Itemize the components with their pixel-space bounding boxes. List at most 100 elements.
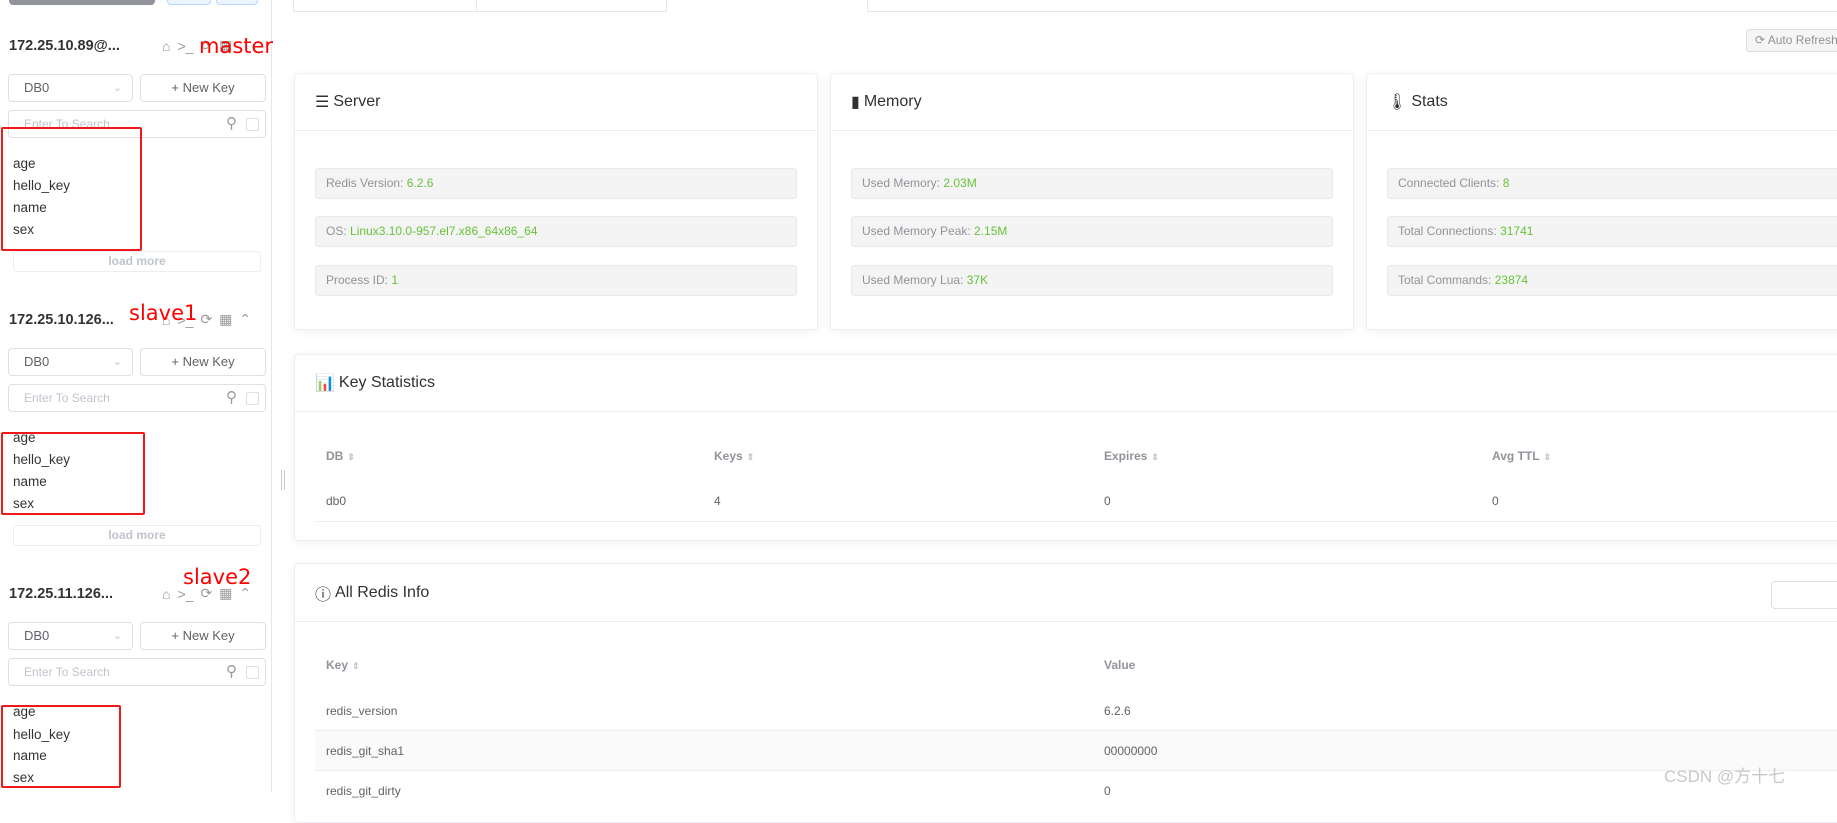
key-item[interactable]: age [13,156,36,171]
row-divider [315,770,1837,771]
checkbox[interactable] [246,666,259,679]
top-small-button[interactable] [167,0,211,5]
row-divider [315,521,1837,522]
annotation-label: master [199,34,274,58]
home-icon[interactable]: ⌂ [162,586,170,602]
home-icon[interactable]: ⌂ [162,38,170,54]
db-select[interactable]: DB0 ⌄ [8,348,133,376]
column-header[interactable]: Key ⇕ [326,658,360,672]
db-select-value: DB0 [24,628,50,643]
table-cell: 0 [1492,494,1499,508]
load-more-button[interactable]: load more [13,251,261,272]
table-cell: 00000000 [1104,744,1158,758]
key-statistics-card: 📊 Key Statistics DB ⇕ Keys ⇕ Expires ⇕ Avg T… [294,354,1837,541]
card-header: ▮ Memory [831,74,1353,131]
key-item[interactable]: name [13,748,47,763]
watermark: CSDN @方十七 [1664,767,1786,786]
db-select[interactable]: DB0 ⌄ [8,622,133,650]
column-header[interactable]: Expires ⇕ [1104,449,1159,463]
checkbox[interactable] [246,392,259,405]
card-title: All Redis Info [335,583,430,601]
table-cell: redis_git_dirty [326,784,401,798]
annotation-label: slave2 [183,565,252,589]
load-more-button[interactable]: load more [13,525,261,546]
search-input[interactable]: Enter To Search ⚲ [8,658,266,686]
key-item[interactable]: name [13,474,47,489]
refresh-icon: ⟳ [1755,33,1768,47]
search-placeholder: Enter To Search [24,665,110,679]
checkbox[interactable] [246,118,259,131]
info-item: Total Commands: 23874 [1387,265,1837,296]
connection-title[interactable]: 172.25.10.126... [9,312,114,328]
new-key-button[interactable]: + New Key [140,348,266,376]
connection-title[interactable]: 172.25.11.126... [9,586,113,602]
table-cell: 4 [714,494,721,508]
chevron-up-icon[interactable]: ⌃ [239,311,251,328]
key-item[interactable]: hello_key [13,178,70,193]
info-item: Used Memory: 2.03M [851,168,1333,199]
memory-chip-icon: ▮ [851,94,860,111]
column-header[interactable]: Avg TTL ⇕ [1492,449,1551,463]
card-title: Stats [1411,93,1448,110]
key-item[interactable]: hello_key [13,727,70,742]
search-icon[interactable]: ⚲ [226,111,237,137]
info-item: Used Memory Peak: 2.15M [851,216,1333,247]
sort-icon: ⇕ [347,452,355,462]
table-cell: redis_git_sha1 [326,744,405,758]
key-item[interactable]: sex [13,770,34,785]
db-select-value: DB0 [24,80,50,95]
new-key-button[interactable]: + New Key [140,622,266,650]
card-header: 📊 Key Statistics [295,355,1837,412]
card-title: Key Statistics [338,374,435,391]
chevron-down-icon: ⌄ [112,630,122,642]
key-item[interactable]: sex [13,222,34,237]
splitter-handle[interactable] [281,470,285,490]
column-header[interactable]: Keys ⇕ [714,449,754,463]
terminal-icon[interactable]: >_ [177,38,193,54]
key-item[interactable]: name [13,200,47,215]
search-input[interactable]: Enter To Search ⚲ [8,384,266,412]
table-cell: 0 [1104,784,1111,798]
info-item: Process ID: 1 [315,265,797,296]
card-header: 🌡 Stats [1367,74,1837,131]
table-cell: 0 [1104,494,1111,508]
new-key-button[interactable]: + New Key [140,74,266,102]
card-header: ⓘ All Redis Info [295,564,1837,622]
info-search-input[interactable] [1771,581,1837,609]
search-icon[interactable]: ⚲ [226,385,237,411]
key-item[interactable]: age [13,430,36,445]
db-select[interactable]: DB0 ⌄ [8,74,133,102]
sort-icon: ⇕ [352,661,360,671]
top-button[interactable] [9,0,155,5]
search-placeholder: Enter To Search [24,391,110,405]
sort-icon: ⇕ [1151,452,1159,462]
chevron-down-icon: ⌄ [112,82,122,94]
connection-title[interactable]: 172.25.10.89@... [9,38,120,54]
db-select-value: DB0 [24,354,50,369]
table-row-striped [315,731,1837,770]
top-small-button[interactable] [216,0,258,5]
search-icon[interactable]: ⚲ [226,659,237,685]
column-header[interactable]: DB ⇕ [326,449,355,463]
refresh-icon[interactable]: ⟳ [200,311,212,328]
info-item: OS: Linux3.10.0-957.el7.x86_64x86_64 [315,216,797,247]
tab[interactable] [477,0,667,12]
stats-card: 🌡 Stats Connected Clients: 8 Total Connec… [1366,73,1837,330]
card-header: ☰ Server [295,74,817,131]
server-card: ☰ Server Redis Version: 6.2.6 OS: Linux3.… [294,73,818,330]
sort-icon: ⇕ [746,452,755,462]
key-item[interactable]: age [13,704,36,719]
key-item[interactable]: hello_key [13,452,70,467]
sort-icon: ⇕ [1543,452,1552,462]
auto-refresh-button[interactable]: ⟳ Auto Refresh [1746,29,1837,52]
column-header: Value [1104,658,1136,672]
grid-icon[interactable]: ▦ [219,311,232,328]
table-cell: 6.2.6 [1104,704,1131,718]
key-item[interactable]: sex [13,496,34,511]
table-cell: redis_version [326,704,398,718]
tab-bar-line [867,0,1837,12]
tab[interactable] [293,0,477,12]
card-title: Server [333,93,381,110]
thermometer-icon: 🌡 [1387,94,1408,111]
bar-chart-icon: 📊 [315,375,335,392]
